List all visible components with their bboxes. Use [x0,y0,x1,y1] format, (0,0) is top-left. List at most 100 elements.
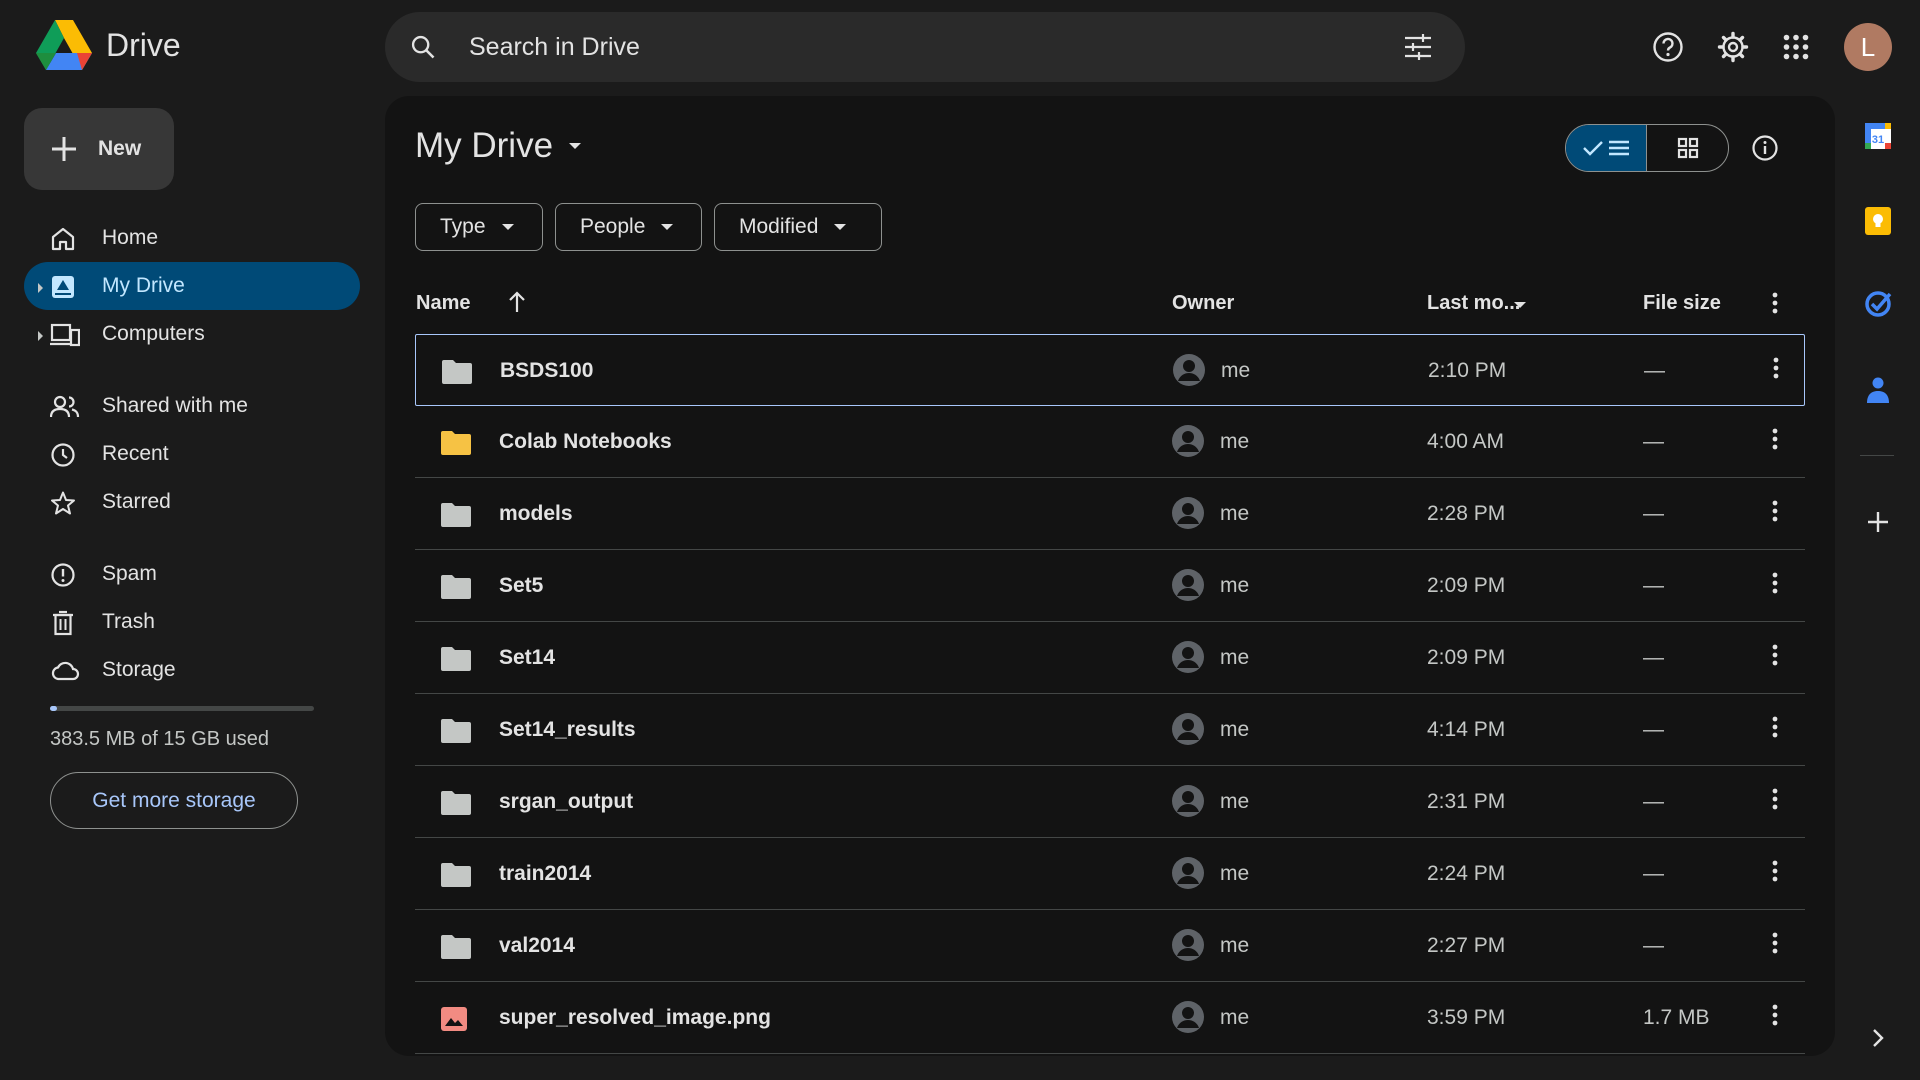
nav-item-computers[interactable]: Computers [24,310,360,358]
title-dropdown-icon[interactable] [569,143,582,149]
column-name-header[interactable]: Name [416,292,470,315]
column-owner-header[interactable]: Owner [1172,292,1234,315]
filter-modified-chip[interactable]: Modified [714,203,882,251]
file-size: — [1643,646,1664,669]
nav-item-home[interactable]: Home [24,214,360,262]
expand-panel-chevron-right-icon[interactable] [1862,1022,1894,1054]
modified-sort-dropdown-icon[interactable] [1514,302,1526,308]
file-owner: me [1220,790,1250,813]
file-name[interactable]: Colab Notebooks [499,430,672,454]
more-actions-kebab-icon[interactable] [1772,500,1778,522]
file-modified: 2:09 PM [1427,574,1506,597]
table-header: Name Owner Last mo... File size [415,276,1805,332]
file-row[interactable]: BSDS100 me 2:10 PM — [415,334,1805,406]
file-modified: 2:31 PM [1427,790,1506,813]
apps-grid-icon[interactable] [1778,29,1814,65]
file-name[interactable]: super_resolved_image.png [499,1006,771,1030]
file-row[interactable]: models me 2:28 PM — [415,478,1805,550]
view-toggle[interactable] [1565,124,1729,172]
more-actions-kebab-icon[interactable] [1772,1004,1778,1026]
nav-item-shared[interactable]: Shared with me [24,382,360,430]
nav-item-storage[interactable]: Storage [24,646,360,694]
file-name[interactable]: train2014 [499,862,591,886]
expand-arrow-icon[interactable] [38,283,43,293]
more-actions-kebab-icon[interactable] [1772,572,1778,594]
grid-view-button[interactable] [1647,125,1728,171]
drive-logo[interactable]: Drive [36,20,181,70]
nav-item-starred[interactable]: Starred [24,478,360,526]
more-actions-kebab-icon[interactable] [1773,357,1779,379]
more-actions-kebab-icon[interactable] [1772,716,1778,738]
settings-gear-icon[interactable] [1715,29,1751,65]
tasks-icon[interactable] [1862,288,1894,320]
new-button[interactable]: New [24,108,174,190]
filter-type-label: Type [440,215,486,238]
file-row[interactable]: Set5 me 2:09 PM — [415,550,1805,622]
image-file-icon [440,1006,468,1032]
chevron-down-icon [661,224,674,230]
keep-icon[interactable] [1862,205,1894,237]
rail-divider [1860,455,1894,456]
file-row[interactable]: val2014 me 2:27 PM — [415,910,1805,982]
chevron-down-icon [501,224,514,230]
get-more-storage-button[interactable]: Get more storage [50,772,298,829]
help-icon[interactable] [1650,29,1686,65]
contacts-icon[interactable] [1862,374,1894,406]
filter-type-chip[interactable]: Type [415,203,543,251]
more-actions-kebab-icon[interactable] [1772,788,1778,810]
info-icon[interactable] [1751,134,1779,162]
file-name[interactable]: srgan_output [499,790,633,814]
account-avatar[interactable]: L [1844,23,1892,71]
file-name[interactable]: Set5 [499,574,543,598]
drive-logo-icon [36,20,92,70]
owner-avatar-icon [1171,640,1205,674]
file-row[interactable]: train2014 me 2:24 PM — [415,838,1805,910]
sort-ascending-icon[interactable] [506,290,528,314]
people-icon [50,394,80,420]
file-name[interactable]: val2014 [499,934,575,958]
column-options-kebab-icon[interactable] [1772,292,1778,314]
file-name[interactable]: BSDS100 [500,359,593,383]
nav-item-recent[interactable]: Recent [24,430,360,478]
search-bar[interactable] [385,12,1465,82]
more-actions-kebab-icon[interactable] [1772,644,1778,666]
list-view-button[interactable] [1566,125,1647,171]
nav-item-my-drive[interactable]: My Drive [24,262,360,310]
file-owner: me [1221,359,1251,382]
filter-modified-label: Modified [739,215,819,238]
filter-people-label: People [580,215,646,238]
file-modified: 4:14 PM [1427,718,1506,741]
search-icon[interactable] [409,33,437,61]
more-actions-kebab-icon[interactable] [1772,428,1778,450]
folder-icon [440,934,472,960]
folder-icon [440,646,472,672]
calendar-icon[interactable]: 31 [1862,120,1894,152]
file-owner: me [1220,862,1250,885]
page-title[interactable]: My Drive [415,126,582,166]
nav-item-spam[interactable]: Spam [24,550,360,598]
file-name[interactable]: Set14_results [499,718,636,742]
search-input[interactable] [469,30,1349,64]
file-row[interactable]: srgan_output me 2:31 PM — [415,766,1805,838]
file-row[interactable]: Colab Notebooks me 4:00 AM — [415,406,1805,478]
file-row[interactable]: super_resolved_image.png me 3:59 PM 1.7 MB [415,982,1805,1054]
column-size-header[interactable]: File size [1643,292,1721,315]
file-size: — [1643,934,1664,957]
more-actions-kebab-icon[interactable] [1772,932,1778,954]
file-row[interactable]: Set14_results me 4:14 PM — [415,694,1805,766]
nav-label-starred: Starred [102,490,171,513]
folder-icon [440,862,472,888]
expand-arrow-icon[interactable] [38,331,43,341]
filter-people-chip[interactable]: People [555,203,702,251]
file-modified: 2:24 PM [1427,862,1506,885]
add-addon-plus-icon[interactable] [1862,506,1894,538]
file-name[interactable]: Set14 [499,646,555,670]
more-actions-kebab-icon[interactable] [1772,860,1778,882]
column-modified-header[interactable]: Last mo... [1427,292,1520,315]
nav-item-trash[interactable]: Trash [24,598,360,646]
search-options-icon[interactable] [1403,33,1433,61]
folder-icon [440,718,472,744]
file-name[interactable]: models [499,502,573,526]
nav-label-trash: Trash [102,610,155,633]
file-row[interactable]: Set14 me 2:09 PM — [415,622,1805,694]
